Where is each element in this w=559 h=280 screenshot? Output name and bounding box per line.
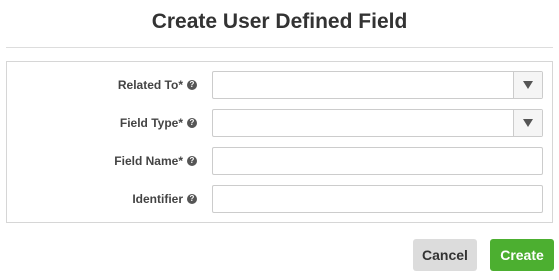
cancel-button[interactable]: Cancel xyxy=(413,239,477,271)
field-type-label: Field Type*? xyxy=(7,109,197,137)
question-circle-icon[interactable]: ? xyxy=(187,155,197,166)
chevron-down-icon[interactable] xyxy=(513,72,542,98)
identifier-label: Identifier? xyxy=(7,185,197,213)
title-divider xyxy=(6,47,553,48)
field-type-label-text: Field Type* xyxy=(119,116,183,130)
identifier-input-wrapper xyxy=(212,185,543,213)
form-row-identifier: Identifier? xyxy=(7,185,552,213)
related-to-label: Related To*? xyxy=(7,71,197,99)
field-type-select[interactable] xyxy=(212,109,543,137)
related-to-label-text: Related To* xyxy=(117,78,183,92)
field-name-input-wrapper xyxy=(212,147,543,175)
field-name-label: Field Name*? xyxy=(7,147,197,175)
field-name-label-text: Field Name* xyxy=(114,154,183,168)
dialog-title: Create User Defined Field xyxy=(151,10,408,33)
chevron-down-icon[interactable] xyxy=(513,110,542,136)
form-row-field-name: Field Name*? xyxy=(7,147,552,175)
question-circle-icon[interactable]: ? xyxy=(187,117,197,128)
related-to-select[interactable] xyxy=(212,71,543,99)
create-user-defined-field-dialog: Create User Defined Field Related To*? F… xyxy=(0,0,559,280)
question-circle-icon[interactable]: ? xyxy=(187,193,197,204)
field-name-input[interactable] xyxy=(213,148,542,174)
identifier-label-text: Identifier xyxy=(132,192,183,206)
identifier-input[interactable] xyxy=(213,186,542,212)
create-button[interactable]: Create xyxy=(490,239,554,271)
form-row-field-type: Field Type*? xyxy=(7,109,552,137)
form-row-related-to: Related To*? xyxy=(7,71,552,99)
question-circle-icon[interactable]: ? xyxy=(187,79,197,90)
form-panel: Related To*? Field Type*? Field Name*? I… xyxy=(6,61,553,223)
